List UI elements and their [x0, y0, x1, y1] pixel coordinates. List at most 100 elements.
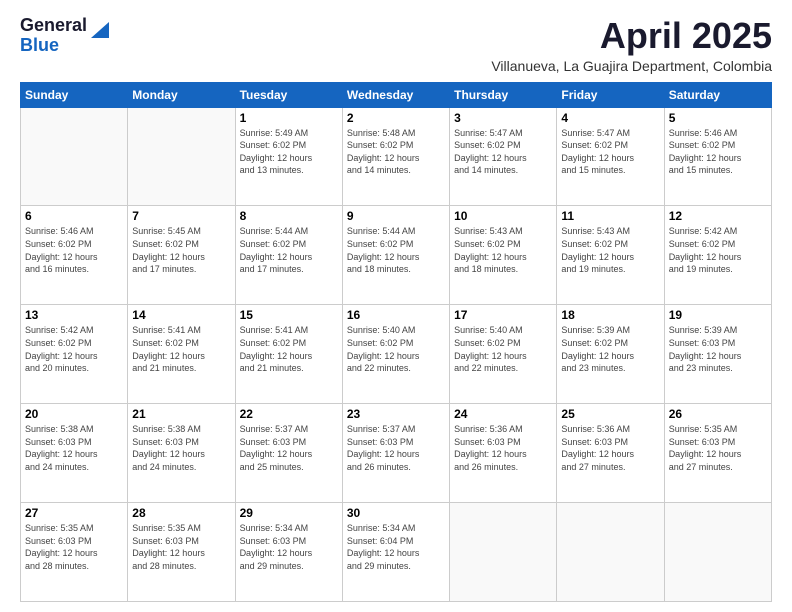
day-number: 11 — [561, 209, 659, 223]
calendar-cell: 19 Sunrise: 5:39 AMSunset: 6:03 PMDayligh… — [664, 305, 771, 404]
calendar-cell: 11 Sunrise: 5:43 AMSunset: 6:02 PMDayligh… — [557, 206, 664, 305]
calendar-cell: 10Sunrise: 5:43 AMSunset: 6:02 PMDayligh… — [450, 206, 557, 305]
day-number: 14 — [132, 308, 230, 322]
calendar-week-row: 6 Sunrise: 5:46 AMSunset: 6:02 PMDaylight… — [21, 206, 772, 305]
calendar-cell: 12Sunrise: 5:42 AMSunset: 6:02 PMDayligh… — [664, 206, 771, 305]
day-info: Sunrise: 5:39 AMSunset: 6:02 PMDaylight:… — [561, 324, 659, 374]
day-info: Sunrise: 5:37 AMSunset: 6:03 PMDaylight:… — [347, 423, 445, 473]
col-monday: Monday — [128, 82, 235, 107]
day-number: 5 — [669, 111, 767, 125]
calendar-cell — [21, 107, 128, 206]
day-number: 16 — [347, 308, 445, 322]
col-tuesday: Tuesday — [235, 82, 342, 107]
calendar-cell: 3 Sunrise: 5:47 AMSunset: 6:02 PMDaylight… — [450, 107, 557, 206]
calendar-cell: 20Sunrise: 5:38 AMSunset: 6:03 PMDayligh… — [21, 404, 128, 503]
day-info: Sunrise: 5:37 AMSunset: 6:03 PMDaylight:… — [240, 423, 338, 473]
day-number: 7 — [132, 209, 230, 223]
day-info: Sunrise: 5:34 AMSunset: 6:04 PMDaylight:… — [347, 522, 445, 572]
day-info: Sunrise: 5:35 AMSunset: 6:03 PMDaylight:… — [25, 522, 123, 572]
calendar-cell: 5Sunrise: 5:46 AMSunset: 6:02 PMDaylight… — [664, 107, 771, 206]
day-number: 23 — [347, 407, 445, 421]
logo-wing-icon — [89, 18, 111, 40]
day-info: Sunrise: 5:35 AMSunset: 6:03 PMDaylight:… — [669, 423, 767, 473]
day-number: 13 — [25, 308, 123, 322]
calendar-cell: 7 Sunrise: 5:45 AMSunset: 6:02 PMDaylight… — [128, 206, 235, 305]
day-number: 15 — [240, 308, 338, 322]
day-number: 9 — [347, 209, 445, 223]
header: General Blue April 2025 Villanueva, La G… — [20, 16, 772, 74]
day-info: Sunrise: 5:46 AMSunset: 6:02 PMDaylight:… — [25, 225, 123, 275]
day-number: 18 — [561, 308, 659, 322]
day-info: Sunrise: 5:38 AMSunset: 6:03 PMDaylight:… — [132, 423, 230, 473]
day-info: Sunrise: 5:47 AMSunset: 6:02 PMDaylight:… — [454, 127, 552, 177]
day-info: Sunrise: 5:40 AMSunset: 6:02 PMDaylight:… — [347, 324, 445, 374]
calendar-cell: 26 Sunrise: 5:35 AMSunset: 6:03 PMDayligh… — [664, 404, 771, 503]
day-info: Sunrise: 5:36 AMSunset: 6:03 PMDaylight:… — [561, 423, 659, 473]
day-number: 3 — [454, 111, 552, 125]
day-info: Sunrise: 5:41 AMSunset: 6:02 PMDaylight:… — [240, 324, 338, 374]
calendar-week-row: 1 Sunrise: 5:49 AMSunset: 6:02 PMDaylight… — [21, 107, 772, 206]
calendar-cell: 17 Sunrise: 5:40 AMSunset: 6:02 PMDayligh… — [450, 305, 557, 404]
day-info: Sunrise: 5:38 AMSunset: 6:03 PMDaylight:… — [25, 423, 123, 473]
main-title: April 2025 — [491, 16, 772, 56]
calendar-cell: 9 Sunrise: 5:44 AMSunset: 6:02 PMDaylight… — [342, 206, 449, 305]
calendar-cell — [128, 107, 235, 206]
col-wednesday: Wednesday — [342, 82, 449, 107]
logo: General Blue — [20, 16, 111, 56]
day-info: Sunrise: 5:39 AMSunset: 6:03 PMDaylight:… — [669, 324, 767, 374]
day-info: Sunrise: 5:44 AMSunset: 6:02 PMDaylight:… — [240, 225, 338, 275]
day-info: Sunrise: 5:49 AMSunset: 6:02 PMDaylight:… — [240, 127, 338, 177]
calendar-header-row: Sunday Monday Tuesday Wednesday Thursday… — [21, 82, 772, 107]
day-number: 2 — [347, 111, 445, 125]
day-number: 17 — [454, 308, 552, 322]
calendar-cell: 29Sunrise: 5:34 AMSunset: 6:03 PMDayligh… — [235, 503, 342, 602]
calendar-cell: 14 Sunrise: 5:41 AMSunset: 6:02 PMDayligh… — [128, 305, 235, 404]
day-number: 24 — [454, 407, 552, 421]
calendar-cell: 2 Sunrise: 5:48 AMSunset: 6:02 PMDaylight… — [342, 107, 449, 206]
day-info: Sunrise: 5:40 AMSunset: 6:02 PMDaylight:… — [454, 324, 552, 374]
day-number: 22 — [240, 407, 338, 421]
col-sunday: Sunday — [21, 82, 128, 107]
col-saturday: Saturday — [664, 82, 771, 107]
page: General Blue April 2025 Villanueva, La G… — [0, 0, 792, 612]
day-info: Sunrise: 5:42 AMSunset: 6:02 PMDaylight:… — [25, 324, 123, 374]
calendar-cell: 27Sunrise: 5:35 AMSunset: 6:03 PMDayligh… — [21, 503, 128, 602]
col-friday: Friday — [557, 82, 664, 107]
calendar-cell — [664, 503, 771, 602]
day-info: Sunrise: 5:43 AMSunset: 6:02 PMDaylight:… — [561, 225, 659, 275]
calendar-cell — [557, 503, 664, 602]
day-info: Sunrise: 5:34 AMSunset: 6:03 PMDaylight:… — [240, 522, 338, 572]
calendar-cell: 28 Sunrise: 5:35 AMSunset: 6:03 PMDayligh… — [128, 503, 235, 602]
day-info: Sunrise: 5:41 AMSunset: 6:02 PMDaylight:… — [132, 324, 230, 374]
calendar-cell: 1 Sunrise: 5:49 AMSunset: 6:02 PMDaylight… — [235, 107, 342, 206]
day-number: 1 — [240, 111, 338, 125]
calendar-cell: 25 Sunrise: 5:36 AMSunset: 6:03 PMDayligh… — [557, 404, 664, 503]
day-info: Sunrise: 5:35 AMSunset: 6:03 PMDaylight:… — [132, 522, 230, 572]
calendar-cell: 16 Sunrise: 5:40 AMSunset: 6:02 PMDayligh… — [342, 305, 449, 404]
day-info: Sunrise: 5:43 AMSunset: 6:02 PMDaylight:… — [454, 225, 552, 275]
calendar-cell: 8 Sunrise: 5:44 AMSunset: 6:02 PMDaylight… — [235, 206, 342, 305]
calendar-cell: 30 Sunrise: 5:34 AMSunset: 6:04 PMDayligh… — [342, 503, 449, 602]
day-number: 4 — [561, 111, 659, 125]
calendar-cell: 18 Sunrise: 5:39 AMSunset: 6:02 PMDayligh… — [557, 305, 664, 404]
day-number: 25 — [561, 407, 659, 421]
calendar-cell: 22 Sunrise: 5:37 AMSunset: 6:03 PMDayligh… — [235, 404, 342, 503]
day-number: 21 — [132, 407, 230, 421]
day-info: Sunrise: 5:48 AMSunset: 6:02 PMDaylight:… — [347, 127, 445, 177]
calendar-week-row: 27Sunrise: 5:35 AMSunset: 6:03 PMDayligh… — [21, 503, 772, 602]
day-number: 26 — [669, 407, 767, 421]
day-info: Sunrise: 5:44 AMSunset: 6:02 PMDaylight:… — [347, 225, 445, 275]
day-number: 19 — [669, 308, 767, 322]
day-info: Sunrise: 5:42 AMSunset: 6:02 PMDaylight:… — [669, 225, 767, 275]
calendar-week-row: 13 Sunrise: 5:42 AMSunset: 6:02 PMDayligh… — [21, 305, 772, 404]
subtitle: Villanueva, La Guajira Department, Colom… — [491, 58, 772, 74]
day-number: 6 — [25, 209, 123, 223]
day-info: Sunrise: 5:47 AMSunset: 6:02 PMDaylight:… — [561, 127, 659, 177]
calendar-cell: 24Sunrise: 5:36 AMSunset: 6:03 PMDayligh… — [450, 404, 557, 503]
day-number: 30 — [347, 506, 445, 520]
day-number: 8 — [240, 209, 338, 223]
calendar-cell: 4 Sunrise: 5:47 AMSunset: 6:02 PMDaylight… — [557, 107, 664, 206]
day-number: 28 — [132, 506, 230, 520]
calendar-cell: 13 Sunrise: 5:42 AMSunset: 6:02 PMDayligh… — [21, 305, 128, 404]
day-info: Sunrise: 5:45 AMSunset: 6:02 PMDaylight:… — [132, 225, 230, 275]
